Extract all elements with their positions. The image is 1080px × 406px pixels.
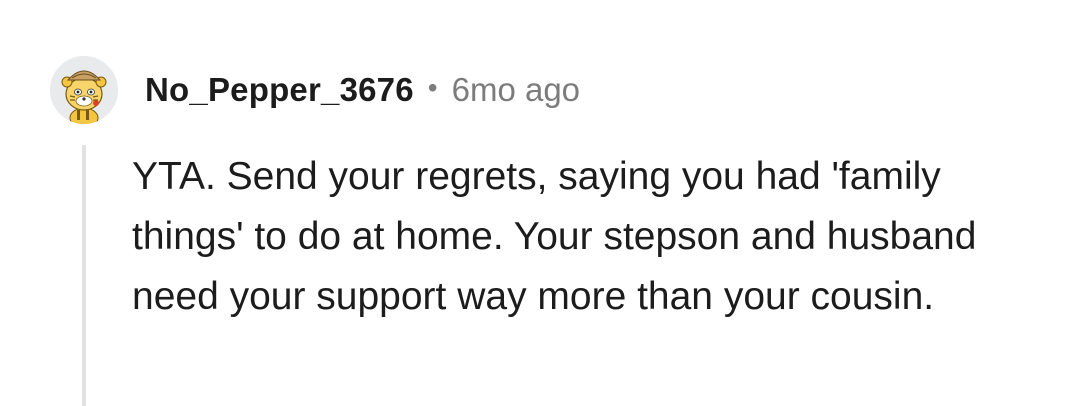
meta-separator: • [427, 72, 438, 103]
comment-timestamp: 6mo ago [451, 71, 581, 108]
thread-line[interactable] [82, 145, 86, 406]
user-avatar[interactable] [50, 56, 118, 124]
snoo-avatar-icon [50, 56, 118, 124]
comment: No_Pepper_3676 • 6mo ago YTA. Send your … [0, 0, 1080, 406]
comment-body: YTA. Send your regrets, saying you had '… [132, 155, 977, 318]
comment-header: No_Pepper_3676 • 6mo ago [50, 55, 580, 125]
author-username[interactable]: No_Pepper_3676 [145, 71, 414, 109]
